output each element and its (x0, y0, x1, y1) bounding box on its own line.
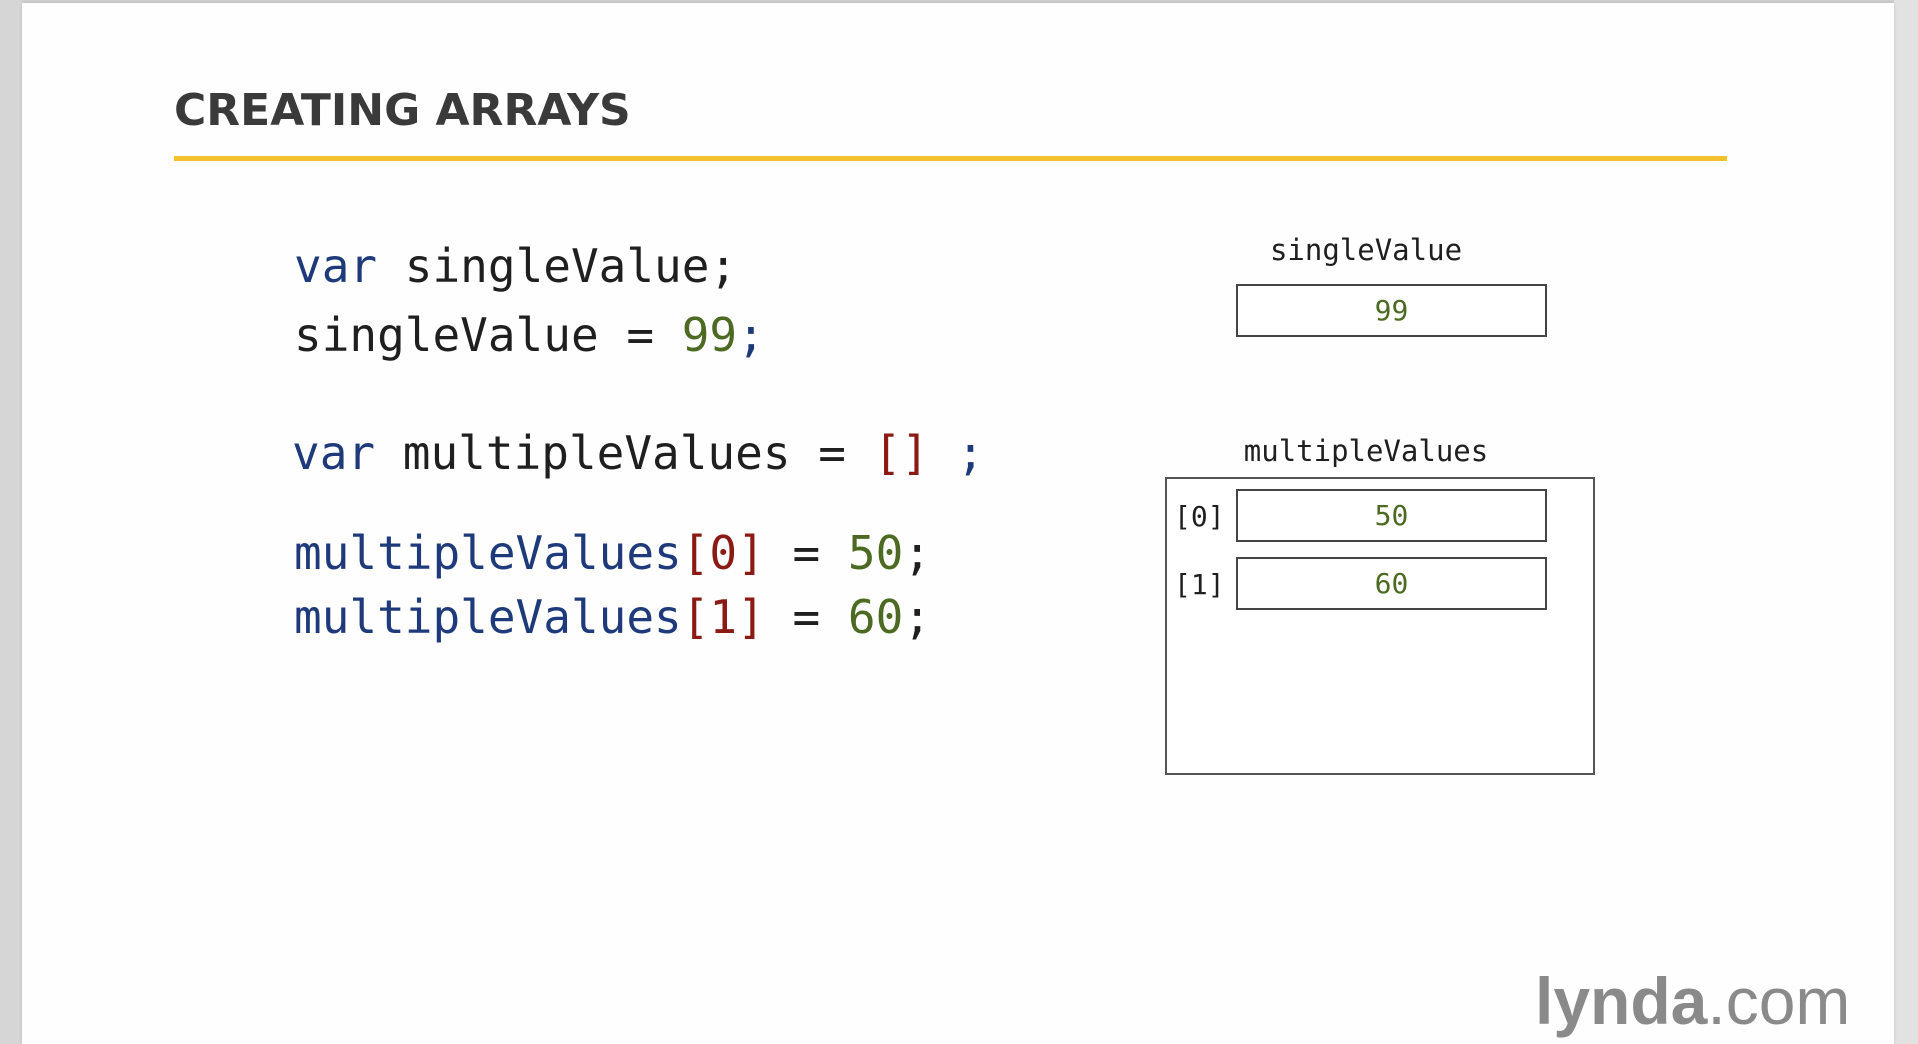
number-literal: 99 (681, 308, 738, 362)
single-value-cell: 99 (1236, 284, 1547, 337)
code-line-2: singleValue = 99; (294, 312, 765, 358)
code-text: singleValue; (377, 239, 738, 293)
array-label: multipleValues (1243, 434, 1489, 468)
array-cell: 50 (1236, 489, 1547, 542)
logo-domain: .com (1707, 964, 1851, 1038)
slide-title: CREATING ARRAYS (174, 85, 631, 136)
number-literal: 60 (847, 590, 904, 644)
semicolon: ; (903, 590, 932, 644)
code-line-3: var multipleValues = [] ; (292, 430, 984, 476)
array-index-label: [0] (1174, 500, 1225, 533)
window-frame-left (0, 0, 22, 1044)
assign-operator: = (764, 526, 848, 580)
array-cell: 60 (1236, 557, 1547, 610)
number-literal: 50 (847, 526, 904, 580)
code-line-1: var singleValue; (294, 243, 737, 289)
single-value-label: singleValue (1269, 233, 1463, 267)
code-line-4: multipleValues[0] = 50; (294, 530, 931, 576)
identifier: multipleValues (294, 526, 682, 580)
array-index: [0] (681, 526, 765, 580)
keyword-var: var (292, 426, 376, 480)
keyword-var: var (294, 239, 378, 293)
lynda-logo: lynda.com (1535, 968, 1850, 1034)
semicolon: ; (928, 426, 985, 480)
semicolon: ; (737, 308, 765, 362)
array-index: [1] (681, 590, 765, 644)
title-underline (174, 156, 1727, 161)
assign-operator: = (764, 590, 848, 644)
identifier: multipleValues (294, 590, 682, 644)
identifier: multipleValues = (375, 426, 874, 480)
window-frame-right (1894, 0, 1918, 1044)
slide: CREATING ARRAYS var singleValue; singleV… (22, 3, 1894, 1044)
identifier: singleValue = (294, 308, 682, 362)
array-literal-brackets: [] (873, 426, 929, 480)
array-index-label: [1] (1174, 568, 1225, 601)
semicolon: ; (903, 526, 932, 580)
logo-wordmark: lynda (1535, 964, 1708, 1038)
code-line-5: multipleValues[1] = 60; (294, 594, 931, 640)
